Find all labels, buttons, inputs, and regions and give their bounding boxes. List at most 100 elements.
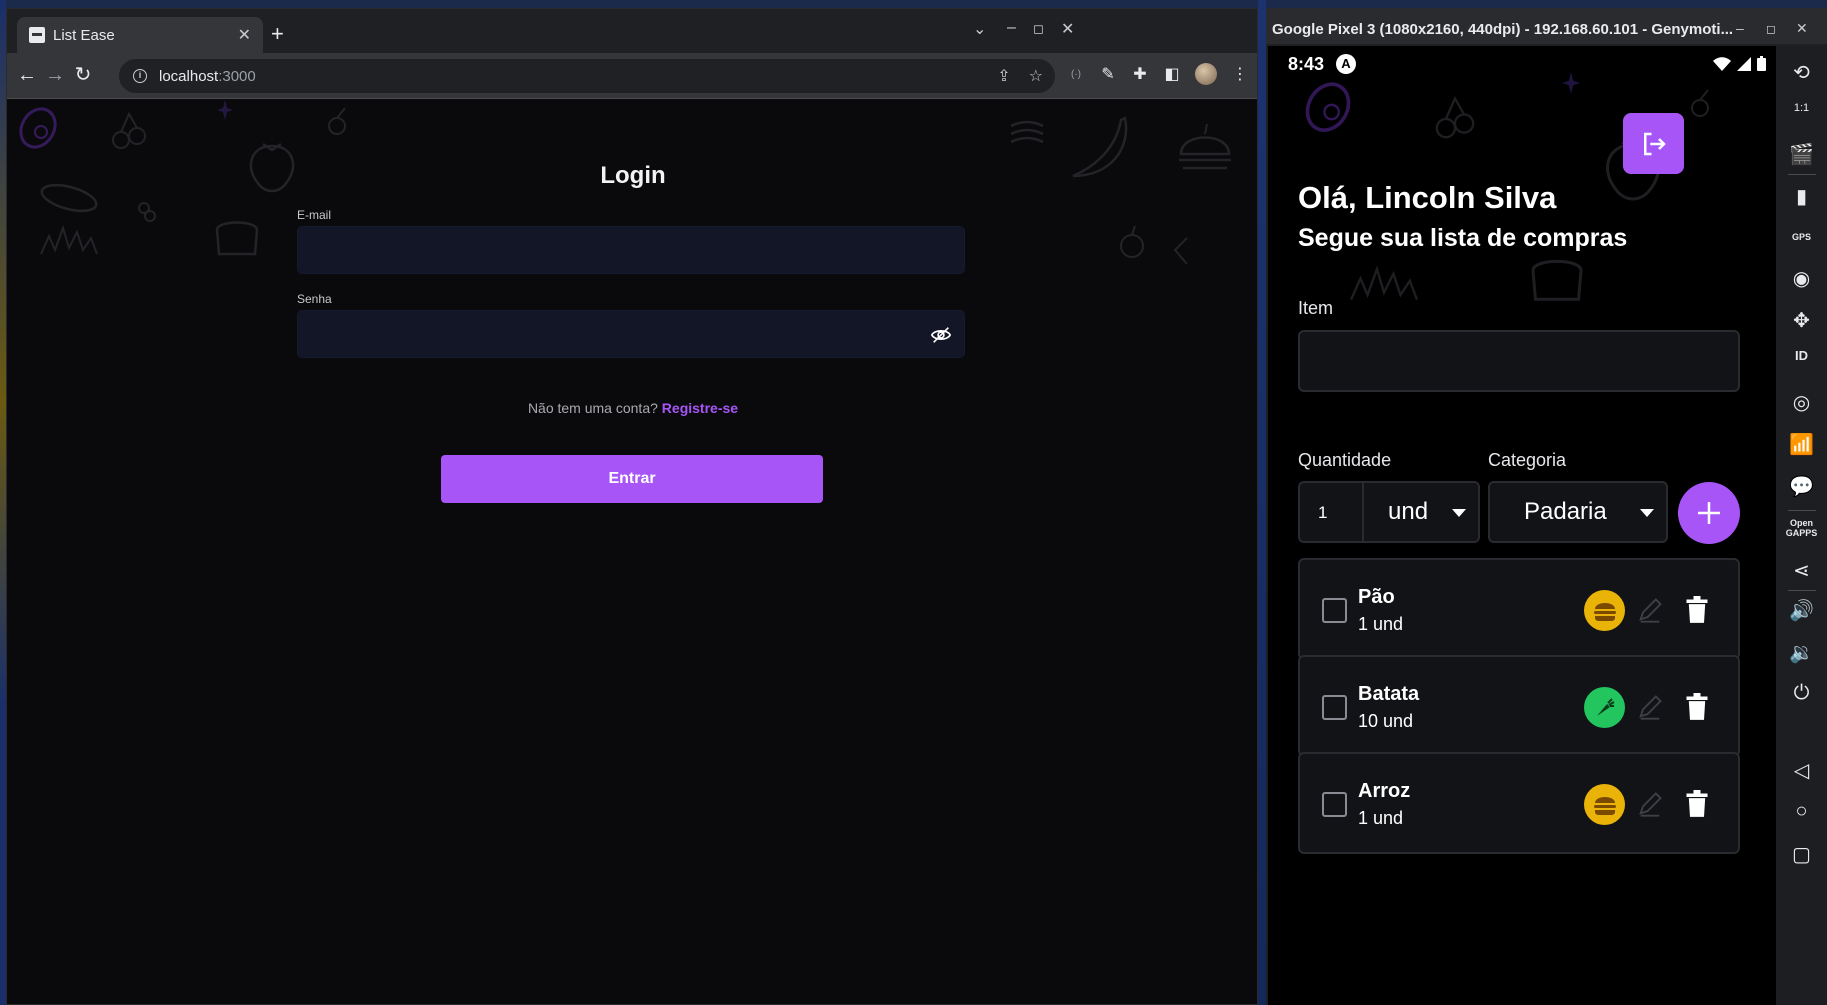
password-field[interactable]: [298, 311, 964, 357]
dpad-icon[interactable]: ✥: [1776, 308, 1827, 333]
leaf-doodle-icon: [1173, 237, 1188, 265]
favicon-icon: [29, 27, 45, 43]
bread-doodle-icon: [1531, 260, 1583, 301]
eye-off-icon[interactable]: [930, 324, 952, 346]
add-item-button[interactable]: [1678, 482, 1740, 544]
tab-close-icon[interactable]: ✕: [238, 25, 251, 45]
list-item: Pão 1 und: [1298, 558, 1740, 660]
android-screen: 8:43 A Olá, Lincoln Silva Segue sua list…: [1268, 46, 1776, 1005]
power-icon[interactable]: ⏻: [1776, 682, 1827, 705]
item-input[interactable]: [1300, 332, 1738, 390]
item-quantity: 1 und: [1358, 808, 1404, 828]
new-tab-button[interactable]: +: [271, 23, 284, 45]
battery-widget-icon[interactable]: ▮: [1776, 184, 1827, 209]
quantity-input[interactable]: 1: [1318, 503, 1327, 523]
minimize-icon[interactable]: –: [1007, 19, 1016, 37]
cherry-doodle-icon: [328, 107, 346, 135]
unit-select[interactable]: und: [1388, 498, 1428, 526]
back-icon[interactable]: ←: [15, 63, 39, 87]
volume-up-icon[interactable]: 🔊: [1776, 598, 1827, 623]
emulator-maximize-icon[interactable]: ◻: [1766, 22, 1776, 36]
trash-icon[interactable]: [1684, 596, 1710, 624]
android-home-icon[interactable]: ○: [1776, 800, 1827, 823]
share-icon[interactable]: ⇪: [997, 66, 1010, 86]
status-badge: A: [1336, 54, 1356, 74]
extension-placeholder-icon[interactable]: (·): [1067, 69, 1085, 80]
cherries-doodle-icon: [1435, 96, 1475, 139]
login-page: Login E-mail Senha Não tem uma conta? Re…: [7, 100, 1257, 1004]
rotate-icon[interactable]: ⟲: [1776, 60, 1827, 85]
android-back-icon[interactable]: ◁: [1776, 758, 1827, 783]
plus-icon: [1698, 502, 1720, 524]
network-icon[interactable]: 📶: [1776, 432, 1827, 457]
volume-down-icon[interactable]: 🔉: [1776, 640, 1827, 665]
camera-icon[interactable]: ◉: [1776, 266, 1827, 291]
address-bar[interactable]: i localhost:3000 ⇪ ☆: [119, 59, 1055, 93]
quantity-group: 1 und: [1298, 481, 1480, 543]
register-link[interactable]: Registre-se: [662, 400, 738, 416]
logout-button[interactable]: [1623, 113, 1684, 174]
omnibox-actions: ⇪ ☆: [997, 66, 1043, 86]
logout-icon: [1643, 132, 1666, 155]
forward-icon[interactable]: →: [43, 63, 67, 87]
cherries-doodle-icon: [112, 111, 146, 149]
edit-pencil-icon[interactable]: [1636, 790, 1664, 818]
bread-doodle-icon: [215, 221, 259, 256]
android-recents-icon[interactable]: ▢: [1776, 842, 1827, 867]
open-gapps-icon[interactable]: Open GAPPS: [1776, 518, 1827, 538]
sidebar-separator: [1788, 590, 1816, 591]
gps-icon[interactable]: GPS: [1776, 232, 1827, 242]
bookmark-star-icon[interactable]: ☆: [1029, 66, 1043, 86]
browser-menu-icon[interactable]: ⋮: [1231, 64, 1249, 84]
category-select[interactable]: Padaria: [1488, 481, 1668, 543]
maximize-icon[interactable]: ◻: [1033, 21, 1044, 37]
extensions-puzzle-icon[interactable]: ✚: [1131, 64, 1149, 84]
tab-search-icon[interactable]: ⌄: [973, 19, 986, 39]
item-quantity: 10 und: [1358, 711, 1414, 731]
unit-caret-icon[interactable]: [1452, 509, 1466, 517]
item-checkbox[interactable]: [1322, 792, 1347, 817]
url-host: localhost: [159, 67, 219, 85]
category-value: Padaria: [1524, 498, 1607, 525]
reload-icon[interactable]: ↻: [71, 63, 95, 87]
window-close-icon[interactable]: ✕: [1061, 19, 1074, 39]
trash-icon[interactable]: [1684, 693, 1710, 721]
item-checkbox[interactable]: [1322, 598, 1347, 623]
grapes-doodle-icon: [138, 202, 156, 222]
login-submit-button[interactable]: Entrar: [441, 455, 823, 503]
item-checkbox[interactable]: [1322, 695, 1347, 720]
grass-doodle-icon: [1349, 265, 1419, 301]
sms-icon[interactable]: 💬: [1776, 474, 1827, 499]
edit-pencil-icon[interactable]: [1636, 596, 1664, 624]
item-name: Arroz: [1358, 780, 1411, 802]
browser-tab[interactable]: List Ease ✕: [17, 17, 263, 53]
site-info-icon[interactable]: i: [133, 69, 147, 83]
register-prompt: Não tem uma conta? Registre-se: [7, 400, 1257, 416]
quantity-label: Quantidade: [1298, 450, 1392, 470]
share-icon[interactable]: ⋖: [1776, 558, 1827, 583]
item-name: Pão: [1358, 586, 1395, 608]
emulator-close-icon[interactable]: ✕: [1796, 20, 1808, 37]
desktop-background-gap: [1258, 0, 1266, 1005]
star-doodle-icon: [217, 100, 233, 120]
apple-doodle-icon: [1120, 225, 1144, 258]
eyedropper-icon[interactable]: ✎: [1099, 64, 1117, 84]
greeting: Olá, Lincoln Silva: [1298, 180, 1557, 215]
star-doodle-icon: [1562, 72, 1580, 94]
item-input-wrapper: [1298, 330, 1740, 392]
media-icon[interactable]: ◎: [1776, 390, 1827, 415]
register-prompt-text: Não tem uma conta?: [527, 400, 658, 416]
category-label: Categoria: [1488, 450, 1567, 470]
device-id-icon[interactable]: ID: [1776, 348, 1827, 363]
avocado-doodle-icon: [1305, 82, 1351, 132]
trash-icon[interactable]: [1684, 790, 1710, 818]
pixel-perfect-icon[interactable]: 1:1: [1776, 102, 1827, 114]
edit-pencil-icon[interactable]: [1636, 693, 1664, 721]
emulator-minimize-icon[interactable]: –: [1736, 20, 1744, 36]
side-panel-icon[interactable]: ◧: [1163, 64, 1181, 84]
screencast-icon[interactable]: 🎬: [1776, 142, 1827, 167]
email-field[interactable]: [298, 227, 964, 273]
profile-avatar[interactable]: [1195, 63, 1217, 85]
cell-signal-icon: [1737, 56, 1751, 71]
tab-title: List Ease: [53, 26, 115, 44]
